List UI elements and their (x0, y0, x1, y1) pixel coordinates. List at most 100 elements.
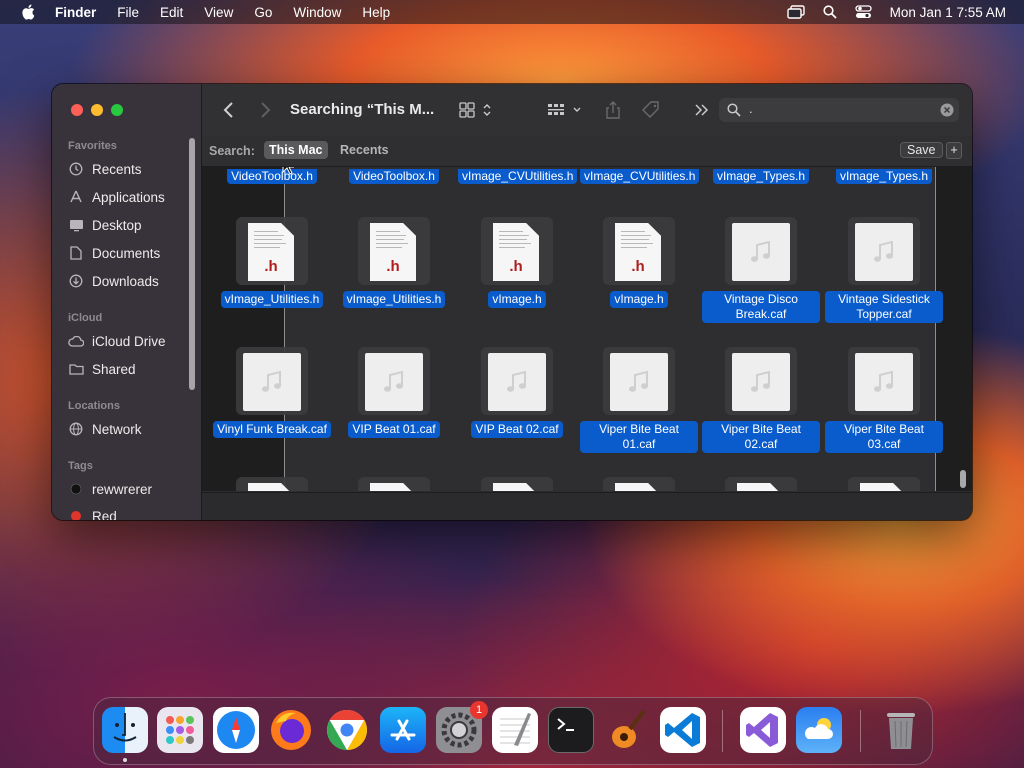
file-item[interactable] (580, 477, 698, 491)
file-item[interactable]: Viper Bite Beat 03.caf (825, 347, 943, 453)
more-toolbar-items-icon[interactable] (694, 100, 710, 120)
file-item[interactable]: vImage_CVUtilities.h (580, 167, 700, 185)
file-item[interactable]: VIP Beat 01.caf (335, 347, 453, 438)
content-scrollbar[interactable] (960, 470, 966, 488)
file-item[interactable] (213, 477, 331, 491)
file-item[interactable]: vImage_Types.h (825, 167, 943, 185)
file-item[interactable]: vImage_Types.h (702, 167, 820, 185)
file-item[interactable]: .h vImage_Utilities.h (335, 217, 453, 308)
sidebar-item-label: rewwrerer (92, 481, 153, 497)
view-grid-icon[interactable] (458, 100, 498, 120)
file-item[interactable] (458, 477, 576, 491)
back-arrow-icon[interactable] (222, 100, 236, 120)
apple-logo-icon[interactable] (19, 4, 37, 20)
file-name: Viper Bite Beat 02.caf (702, 421, 820, 453)
save-search-button[interactable]: Save (900, 142, 943, 158)
dock-terminal-icon[interactable] (548, 707, 594, 753)
dock-app-store-icon[interactable] (380, 707, 426, 753)
sidebar-item-shared[interactable]: Shared (68, 358, 136, 380)
file-name: vImage_CVUtilities.h (580, 169, 700, 184)
minimize-window-button[interactable] (91, 104, 103, 116)
menu-file[interactable]: File (117, 5, 139, 20)
sidebar-item-tag-rewwrerer[interactable]: rewwrerer (68, 478, 152, 500)
dock-separator (722, 710, 723, 752)
file-item[interactable] (702, 477, 820, 491)
sidebar-item-icloud-drive[interactable]: iCloud Drive (68, 330, 166, 352)
dock-trash-icon[interactable] (878, 707, 924, 753)
file-item[interactable]: Vintage Disco Break.caf (702, 217, 820, 323)
menu-edit[interactable]: Edit (160, 5, 183, 20)
sidebar-item-tag-red[interactable]: Red (68, 505, 117, 520)
file-item[interactable] (825, 477, 943, 491)
search-field[interactable]: . (719, 98, 959, 122)
file-item[interactable]: vImage_CVUtilities.h (458, 167, 578, 185)
document-icon (68, 245, 84, 261)
file-icon (848, 477, 920, 491)
file-item[interactable]: Vinyl Funk Break.caf (213, 347, 331, 438)
menu-help[interactable]: Help (362, 5, 390, 20)
add-criteria-button[interactable]: + (946, 142, 962, 159)
menu-view[interactable]: View (204, 5, 233, 20)
sidebar-item-label: Network (92, 421, 142, 437)
scope-recents-button[interactable]: Recents (340, 143, 389, 157)
menu-bar: Finder File Edit View Go Window Help Mon… (0, 0, 1024, 24)
dock-chrome-icon[interactable] (324, 707, 370, 753)
file-item[interactable]: Viper Bite Beat 02.caf (702, 347, 820, 453)
dock-textedit-icon[interactable] (492, 707, 538, 753)
file-name: Viper Bite Beat 03.caf (825, 421, 943, 453)
file-item[interactable]: .h vImage_Utilities.h (213, 217, 331, 308)
search-query-text: . (749, 101, 753, 116)
file-item[interactable] (335, 477, 453, 491)
screen-mirroring-icon[interactable] (786, 5, 805, 19)
sidebar-item-recents[interactable]: Recents (68, 158, 142, 180)
dock-weather-icon[interactable] (796, 707, 842, 753)
sidebar-item-network[interactable]: Network (68, 418, 142, 440)
dock-safari-icon[interactable] (213, 707, 259, 753)
search-scope-bar: Search: This Mac Recents Save + (202, 136, 972, 167)
tag-icon[interactable] (640, 100, 662, 120)
spotlight-search-icon[interactable] (823, 5, 837, 19)
clear-search-icon[interactable] (940, 103, 954, 117)
file-item[interactable]: Vintage Sidestick Topper.caf (825, 217, 943, 323)
sidebar-item-label: iCloud Drive (92, 333, 166, 349)
sidebar-item-desktop[interactable]: Desktop (68, 214, 142, 236)
menu-go[interactable]: Go (254, 5, 272, 20)
file-item[interactable]: .h vImage.h (580, 217, 698, 308)
dock-visual-studio-icon[interactable] (740, 707, 786, 753)
sidebar-item-documents[interactable]: Documents (68, 242, 160, 264)
file-name: VideoToolbox.h (349, 169, 439, 184)
file-item[interactable]: .h vImage.h (458, 217, 576, 308)
zoom-window-button[interactable] (111, 104, 123, 116)
sidebar-item-downloads[interactable]: Downloads (68, 270, 159, 292)
file-item[interactable]: Viper Bite Beat 01.caf (580, 347, 698, 453)
network-icon (68, 421, 84, 437)
forward-arrow-icon[interactable] (258, 100, 272, 120)
sidebar-scrollbar[interactable] (189, 138, 195, 390)
menu-app-name[interactable]: Finder (55, 5, 96, 20)
dock-launchpad-icon[interactable] (157, 707, 203, 753)
tags-header: Tags (68, 460, 93, 472)
control-center-icon[interactable] (855, 5, 872, 19)
dock-finder-icon[interactable] (102, 707, 148, 753)
file-name: VIP Beat 01.caf (348, 421, 440, 438)
dock-system-settings-icon[interactable]: 1 (436, 701, 488, 753)
audio-file-icon (358, 347, 430, 415)
dock-firefox-icon[interactable] (268, 707, 314, 753)
header-file-icon: .h (236, 217, 308, 285)
close-window-button[interactable] (71, 104, 83, 116)
file-item[interactable]: VideoToolbox.h (335, 167, 453, 185)
menu-clock[interactable]: Mon Jan 1 7:55 AM (890, 5, 1006, 20)
dock-vscode-icon[interactable] (660, 707, 706, 753)
file-item[interactable]: VIP Beat 02.caf (458, 347, 576, 438)
menu-window[interactable]: Window (293, 5, 341, 20)
dock-garageband-icon[interactable] (604, 707, 650, 753)
sidebar-item-applications[interactable]: Applications (68, 186, 165, 208)
file-item[interactable]: VideoToolbox.h (213, 167, 331, 185)
scope-this-mac-button[interactable]: This Mac (264, 141, 328, 159)
clock-icon (68, 161, 84, 177)
applications-icon (68, 189, 84, 205)
group-by-icon[interactable] (546, 100, 586, 120)
audio-file-icon (236, 347, 308, 415)
share-icon[interactable] (604, 100, 622, 120)
download-icon (68, 273, 84, 289)
